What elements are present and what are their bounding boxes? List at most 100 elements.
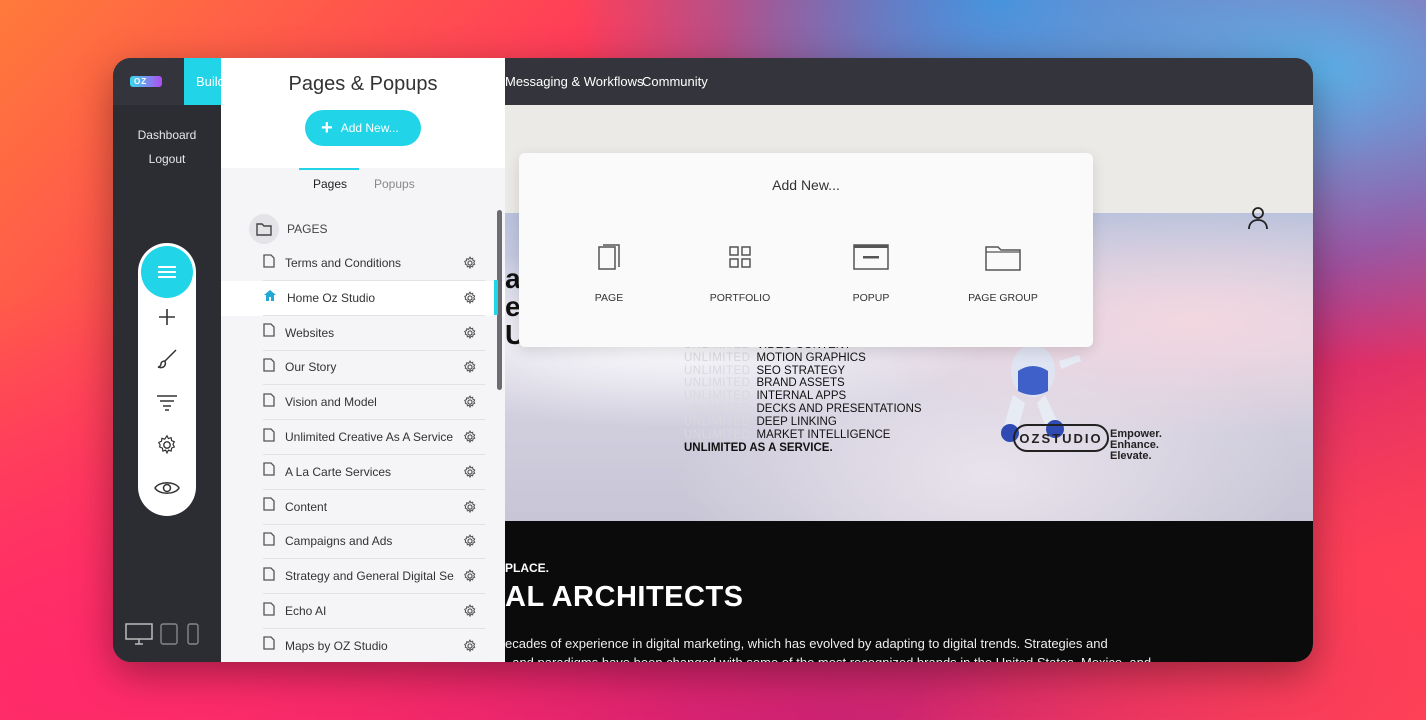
page-row[interactable]: Echo AI (221, 594, 505, 629)
about-eyebrow: PLACE. (505, 561, 550, 575)
tool-palette (138, 243, 196, 516)
eye-icon (154, 482, 180, 494)
popover-title: Add New... (772, 177, 840, 193)
about-heading: AL ARCHITECTS (505, 581, 744, 613)
page-icon (263, 427, 275, 447)
page-icon (263, 567, 275, 586)
page-name: Vision and Model (285, 395, 377, 410)
app-logo[interactable]: OZ (130, 76, 162, 87)
gear-icon (157, 434, 176, 455)
services-list: UNLIMITEDVIDEO CONTENT UNLIMITEDMOTION G… (684, 339, 922, 455)
page-settings-icon[interactable] (463, 499, 477, 519)
dashboard-link[interactable]: Dashboard (113, 128, 221, 142)
panel-tabs: Pages Popups (221, 168, 505, 200)
add-page-option[interactable]: PAGE (549, 239, 669, 304)
page-name: Campaigns and Ads (285, 534, 393, 549)
active-tab-indicator (299, 168, 359, 170)
plus-icon (159, 309, 175, 325)
user-icon[interactable] (1247, 206, 1269, 230)
nav-messaging-workflows[interactable]: Messaging & Workflows (505, 74, 643, 89)
filter-button[interactable] (155, 390, 179, 414)
add-new-button[interactable]: + Add New... (305, 110, 421, 146)
hero-final-line: UNLIMITED AS A SERVICE. (684, 442, 833, 455)
about-section: PLACE. AL ARCHITECTS ecades of experienc… (505, 521, 1313, 662)
page-name: A La Carte Services (285, 464, 392, 479)
portfolio-grid-icon (729, 246, 751, 268)
page-row[interactable]: Content (221, 490, 505, 525)
page-name: Content (285, 499, 328, 514)
page-settings-icon[interactable] (463, 464, 477, 484)
add-page-group-option[interactable]: PAGE GROUP (943, 239, 1063, 304)
page-name: Home Oz Studio (287, 290, 376, 305)
pages-section-header[interactable]: PAGES (249, 214, 327, 244)
panel-title: Pages & Popups (288, 73, 438, 95)
home-icon (263, 289, 277, 307)
page-settings-icon[interactable] (463, 395, 477, 414)
page-icon (598, 244, 620, 270)
design-button[interactable] (155, 347, 179, 371)
settings-button[interactable] (155, 433, 179, 457)
page-settings-icon[interactable] (463, 534, 477, 553)
desktop-icon[interactable] (125, 623, 153, 645)
filter-icon (157, 395, 177, 411)
page-icon (263, 532, 275, 551)
page-row[interactable]: Unlimited Creative As A Service (221, 420, 505, 455)
add-popup-option[interactable]: POPUP (811, 239, 931, 304)
page-settings-icon[interactable] (463, 290, 477, 310)
tagline: Empower. Enhance. Elevate. (1110, 428, 1162, 462)
page-name: Terms and Conditions (285, 256, 402, 270)
add-new-popover: Add New... PAGE PORTFOLIO POPUP PAGE GRO… (519, 153, 1093, 347)
page-name: Our Story (285, 360, 337, 375)
page-name: Websites (285, 325, 335, 340)
add-element-button[interactable] (155, 305, 179, 329)
page-name: Maps by OZ Studio (285, 638, 388, 653)
folder-icon (985, 246, 1021, 271)
left-rail: Dashboard Logout (113, 105, 221, 662)
page-icon (263, 636, 275, 655)
page-icon (263, 393, 275, 412)
page-row[interactable]: Websites (221, 316, 505, 351)
page-row[interactable]: Maps by OZ Studio (221, 629, 505, 662)
page-settings-icon[interactable] (463, 256, 477, 275)
logout-link[interactable]: Logout (113, 152, 221, 166)
nav-community[interactable]: Community (642, 74, 708, 89)
preview-button[interactable] (152, 476, 182, 500)
page-icon (263, 323, 275, 342)
app-window: OZ Build Messaging & Workflows Community… (113, 58, 1313, 662)
page-icon (263, 601, 275, 621)
page-settings-icon[interactable] (463, 430, 477, 449)
page-icon (263, 358, 275, 377)
menu-button[interactable] (141, 246, 193, 298)
page-row[interactable]: Our Story (221, 350, 505, 386)
page-row[interactable]: Campaigns and Ads (221, 524, 505, 560)
page-row[interactable]: Vision and Model (221, 385, 505, 421)
page-settings-icon[interactable] (463, 569, 477, 588)
page-icon (263, 497, 275, 516)
page-name: Strategy and General Digital Se... (285, 569, 455, 584)
page-row[interactable]: Terms and Conditions (221, 246, 505, 281)
about-body: ecades of experience in digital marketin… (505, 636, 1151, 662)
tab-pages[interactable]: Pages (313, 177, 347, 191)
tab-build[interactable]: Build (184, 58, 224, 105)
page-icon (263, 253, 275, 273)
tablet-icon[interactable] (160, 623, 178, 645)
page-row-home[interactable]: Home Oz Studio (221, 280, 505, 316)
page-icon (263, 462, 275, 481)
page-row[interactable]: Strategy and General Digital Se... (221, 559, 505, 595)
panel-header: Pages & Popups + Add New... (221, 58, 505, 168)
page-settings-icon[interactable] (463, 604, 477, 623)
folder-icon (256, 222, 272, 236)
tab-popups[interactable]: Popups (374, 177, 415, 191)
page-name: Unlimited Creative As A Service (285, 430, 454, 444)
page-settings-icon[interactable] (463, 325, 477, 345)
brush-icon (157, 349, 177, 369)
add-portfolio-option[interactable]: PORTFOLIO (680, 239, 800, 304)
page-row[interactable]: A La Carte Services (221, 455, 505, 490)
page-settings-icon[interactable] (463, 360, 477, 379)
mobile-icon[interactable] (187, 623, 199, 645)
plus-icon: + (321, 116, 333, 139)
popup-icon (853, 244, 889, 270)
page-settings-icon[interactable] (463, 638, 477, 658)
oz-studio-logo: OZSTUDIO (1013, 424, 1109, 452)
page-name: Echo AI (285, 604, 327, 618)
